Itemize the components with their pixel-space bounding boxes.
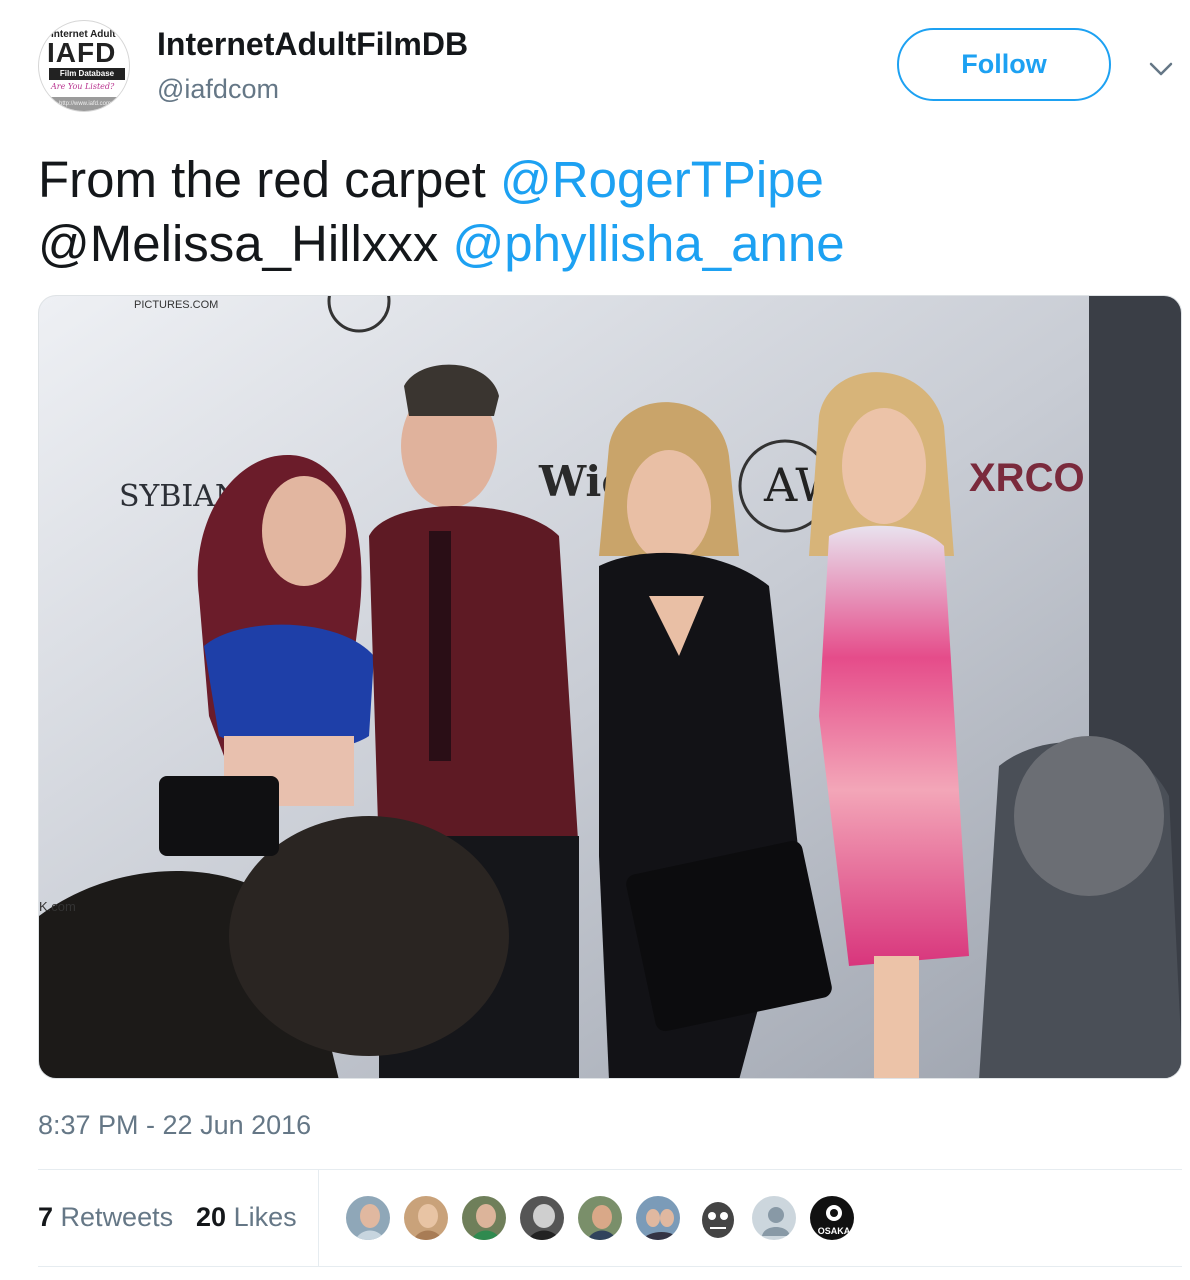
tweet-header: Internet Adult IAFD Film Database Are Yo… [0,0,1190,130]
tweet-stats: 7 Retweets 20 Likes OSAKA [38,1170,1182,1266]
liker-avatar[interactable] [634,1194,682,1242]
liker-avatar[interactable] [344,1194,392,1242]
chevron-down-icon[interactable] [1146,54,1176,84]
follow-button[interactable]: Follow [897,28,1111,101]
avatar-logo-tag: Are You Listed? [51,82,115,91]
avatar-logo-main: IAFD [47,37,117,68]
account-avatar[interactable]: Internet Adult IAFD Film Database Are Yo… [38,20,130,112]
liker-avatar[interactable] [692,1194,740,1242]
tweet-photo[interactable]: SYBIAN XRCO Wicked AW PICTURES.COM [38,295,1182,1079]
tweet-timestamp[interactable]: 8:37 PM - 22 Jun 2016 [38,1110,311,1141]
user-handle[interactable]: @iafdcom [157,74,279,105]
divider-bottom [38,1266,1182,1267]
stats-separator [318,1170,319,1266]
retweets-stat[interactable]: 7 Retweets [38,1202,173,1233]
avatar-logo-sub: Film Database [49,68,125,80]
backdrop-logo-pictures: PICTURES.COM [134,299,218,311]
tweet-text-prefix: From the red carpet [38,151,501,208]
mention-link[interactable]: @RogerTPipe [500,151,824,208]
tweet-text: From the red carpet @RogerTPipe @Melissa… [38,148,1178,276]
liker-avatar[interactable]: OSAKA [808,1194,856,1242]
likes-label: Likes [233,1202,297,1232]
retweets-count: 7 [38,1202,54,1232]
avatar-logo-url: http://www.iafd.com [39,97,129,111]
mention-link[interactable]: @phyllisha_anne [453,215,845,272]
liker-9-label: OSAKA [818,1226,851,1236]
liker-avatar[interactable] [518,1194,566,1242]
liker-avatar[interactable] [460,1194,508,1242]
display-name[interactable]: InternetAdultFilmDB [157,26,468,63]
backdrop-logo-xrco: XRCO [969,456,1085,500]
mention-plain[interactable]: @Melissa_Hillxxx [38,215,438,272]
likes-stat[interactable]: 20 Likes [196,1202,297,1233]
svg-text:K.com: K.com [39,899,76,914]
liker-avatar[interactable] [402,1194,450,1242]
retweets-label: Retweets [60,1202,174,1232]
default-avatar-icon[interactable] [750,1194,798,1242]
liker-avatar[interactable] [576,1194,624,1242]
likes-count: 20 [196,1202,227,1232]
